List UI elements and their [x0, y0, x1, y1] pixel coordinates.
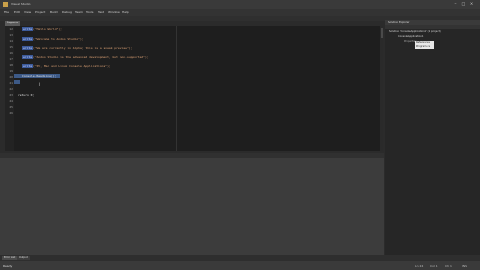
line-number: 17 — [9, 57, 13, 61]
tab-output[interactable]: Output — [17, 256, 30, 260]
menu-tools[interactable]: Tools — [86, 10, 93, 14]
line-number: 25 — [9, 105, 13, 109]
editor-scrollbar[interactable] — [380, 26, 383, 151]
tree-item-solution[interactable]: Solution 'ConsoleApplication1' (1 projec… — [389, 30, 441, 33]
menu-view[interactable]: View — [24, 10, 31, 14]
menu-file[interactable]: File — [4, 10, 9, 14]
menu-bar — [0, 9, 480, 16]
status-text: Ready — [3, 264, 13, 268]
tab-error-list[interactable]: Error List — [2, 256, 18, 260]
menu-window[interactable]: Window — [108, 10, 120, 14]
line-number: 22 — [9, 87, 13, 91]
code-line: write("We are currently in Alpha; this i… — [22, 46, 133, 50]
solution-explorer-tree — [385, 29, 480, 260]
tree-item-project[interactable]: ConsoleApplication1 — [398, 35, 423, 38]
code-line: write("Hello World"); — [22, 27, 62, 31]
code-line-selected: Console.ReadLine(); — [22, 74, 57, 78]
line-number: 26 — [9, 111, 13, 115]
line-number: 24 — [9, 99, 13, 103]
status-column: Col 1 — [430, 264, 438, 268]
menu-team[interactable]: Team — [75, 10, 83, 14]
line-number: 18 — [9, 63, 13, 67]
menu-project[interactable]: Project — [35, 10, 45, 14]
menu-edit[interactable]: Edit — [14, 10, 20, 14]
code-line: return 0; — [18, 93, 35, 97]
line-number: 19 — [9, 69, 13, 73]
editor-scroll-thumb[interactable] — [381, 28, 383, 38]
tree-item-selected[interactable]: References Program.cs — [415, 41, 434, 49]
code-line: write("PC, Mac and Linux Console Applica… — [22, 64, 111, 68]
status-char: Ch 1 — [445, 264, 452, 268]
line-number: 23 — [9, 93, 13, 97]
code-line: write("Welcome to Andoo Studio"); — [22, 37, 84, 41]
line-number: 16 — [9, 51, 13, 55]
selection-highlight — [14, 80, 20, 84]
status-insert-mode: INS — [462, 264, 468, 268]
window-title: Visual Studio — [11, 2, 31, 6]
line-number: 13 — [9, 33, 13, 37]
output-panel — [0, 158, 384, 258]
text-cursor-icon: I — [39, 82, 41, 87]
close-button[interactable]: × — [469, 1, 474, 6]
editor-guide-line — [176, 26, 177, 151]
menu-build[interactable]: Build — [50, 10, 58, 14]
line-number: 14 — [9, 39, 13, 43]
line-number: 21 — [9, 81, 13, 85]
tree-item-program-cs: Program.cs — [416, 45, 431, 48]
line-number: 12 — [9, 27, 13, 31]
maximize-button[interactable]: □ — [461, 1, 466, 6]
code-line: write("Andoo Studio is the advanced deve… — [22, 55, 149, 59]
line-number: 20 — [9, 75, 13, 79]
app-icon — [3, 2, 8, 7]
title-bar — [0, 0, 480, 9]
menu-debug[interactable]: Debug — [62, 10, 72, 14]
minimize-button[interactable]: – — [453, 1, 458, 6]
line-number: 15 — [9, 45, 13, 49]
menu-test[interactable]: Test — [98, 10, 104, 14]
status-line: Ln 24 — [415, 264, 424, 268]
status-bar — [0, 261, 480, 270]
menu-help[interactable]: Help — [122, 10, 129, 14]
code-editor[interactable] — [14, 26, 382, 151]
